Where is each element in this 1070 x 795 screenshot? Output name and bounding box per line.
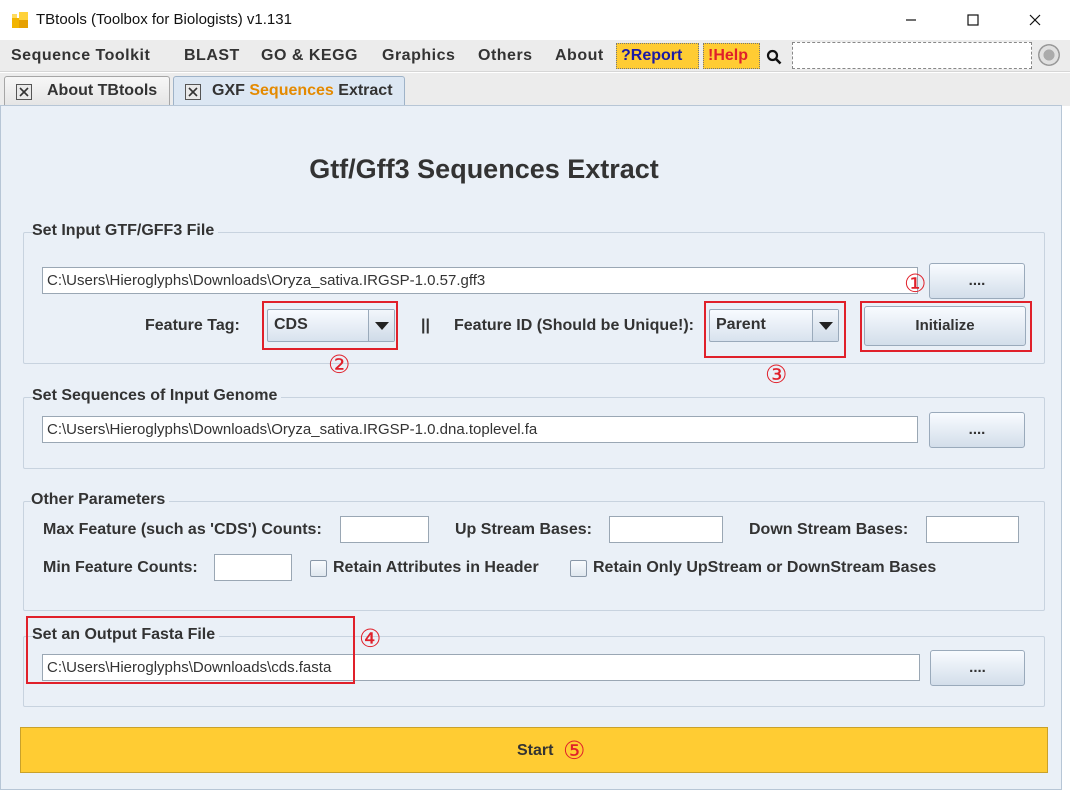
feature-id-label: Feature ID (Should be Unique!): bbox=[454, 317, 694, 334]
genome-file-input[interactable]: C:\Users\Hieroglyphs\Downloads\Oryza_sat… bbox=[42, 416, 918, 443]
step-5-marker: ⑤ bbox=[563, 736, 586, 765]
field-separator: || bbox=[421, 317, 430, 334]
close-icon bbox=[1029, 14, 1041, 26]
upstream-input[interactable] bbox=[609, 516, 723, 543]
retain-updown-label: Retain Only UpStream or DownStream Bases bbox=[593, 559, 937, 576]
parameters-group bbox=[23, 501, 1045, 611]
downstream-input[interactable] bbox=[926, 516, 1019, 543]
menu-others[interactable]: Others bbox=[478, 47, 533, 65]
feature-tag-label: Feature Tag: bbox=[145, 317, 240, 334]
tab-strip: About TBtools GXF Sequences Extract bbox=[0, 73, 1070, 107]
tab-close-icon[interactable] bbox=[16, 84, 32, 100]
tab-close-icon[interactable] bbox=[185, 84, 201, 100]
parameters-group-title: Other Parameters bbox=[31, 491, 170, 509]
help-menu[interactable]: !Help bbox=[703, 43, 760, 69]
loading-indicator-icon bbox=[1038, 44, 1060, 66]
gff-file-input[interactable]: C:\Users\Hieroglyphs\Downloads\Oryza_sat… bbox=[42, 267, 918, 294]
menu-about[interactable]: About bbox=[555, 47, 604, 65]
step-4-marker: ④ bbox=[359, 624, 382, 653]
menu-graphics[interactable]: Graphics bbox=[382, 47, 455, 65]
menu-sequence-toolkit[interactable]: Sequence Toolkit bbox=[11, 47, 150, 65]
genome-group-title: Set Sequences of Input Genome bbox=[32, 387, 282, 405]
annotation-box-output bbox=[26, 616, 355, 684]
tbtools-logo-icon bbox=[12, 12, 28, 28]
minimize-button[interactable] bbox=[888, 0, 934, 40]
tab-extract-highlight: Sequences bbox=[249, 82, 334, 99]
window-title: TBtools (Toolbox for Biologists) v1.131 bbox=[36, 11, 292, 28]
search-input[interactable] bbox=[792, 42, 1032, 69]
tab-extract-label: GXF Sequences Extract bbox=[212, 82, 393, 100]
minimize-icon bbox=[906, 19, 916, 21]
title-bar: TBtools (Toolbox for Biologists) v1.131 bbox=[0, 0, 1070, 40]
retain-attributes-checkbox[interactable] bbox=[310, 560, 327, 577]
step-3-marker: ③ bbox=[765, 360, 788, 389]
menu-blast[interactable]: BLAST bbox=[184, 47, 240, 65]
browse-genome-button[interactable]: .... bbox=[929, 412, 1025, 448]
menu-go-kegg[interactable]: GO & KEGG bbox=[261, 47, 358, 65]
tab-extract-prefix: GXF bbox=[212, 82, 250, 99]
annotation-box-feature-id bbox=[704, 301, 846, 358]
downstream-label: Down Stream Bases: bbox=[749, 521, 909, 538]
retain-updown-checkbox[interactable] bbox=[570, 560, 587, 577]
max-feature-label: Max Feature (such as 'CDS') Counts: bbox=[43, 521, 322, 538]
browse-gff-button[interactable]: .... bbox=[929, 263, 1025, 299]
tab-extract-suffix: Extract bbox=[333, 82, 393, 99]
tab-gxf-sequences-extract[interactable]: GXF Sequences Extract bbox=[173, 76, 405, 107]
tab-about-label: About TBtools bbox=[47, 82, 158, 99]
annotation-box-feature-tag bbox=[262, 301, 398, 350]
browse-output-button[interactable]: .... bbox=[930, 650, 1025, 686]
close-button[interactable] bbox=[1012, 0, 1058, 40]
start-button-label: Start bbox=[517, 742, 554, 759]
step-2-marker: ② bbox=[328, 350, 351, 379]
retain-attributes-label: Retain Attributes in Header bbox=[333, 559, 539, 576]
maximize-button[interactable] bbox=[950, 0, 996, 40]
min-feature-input[interactable] bbox=[214, 554, 292, 581]
max-feature-input[interactable] bbox=[340, 516, 429, 543]
upstream-label: Up Stream Bases: bbox=[455, 521, 592, 538]
step-1-marker: ① bbox=[904, 269, 927, 298]
page-title: Gtf/Gff3 Sequences Extract bbox=[309, 154, 659, 184]
maximize-icon bbox=[967, 14, 979, 26]
tab-about-tbtools[interactable]: About TBtools bbox=[4, 76, 170, 107]
input-group-title: Set Input GTF/GFF3 File bbox=[32, 222, 219, 240]
annotation-box-initialize bbox=[860, 301, 1032, 352]
min-feature-label: Min Feature Counts: bbox=[43, 559, 198, 576]
magnifier-icon[interactable] bbox=[766, 49, 782, 65]
report-menu[interactable]: ?Report bbox=[616, 43, 699, 69]
